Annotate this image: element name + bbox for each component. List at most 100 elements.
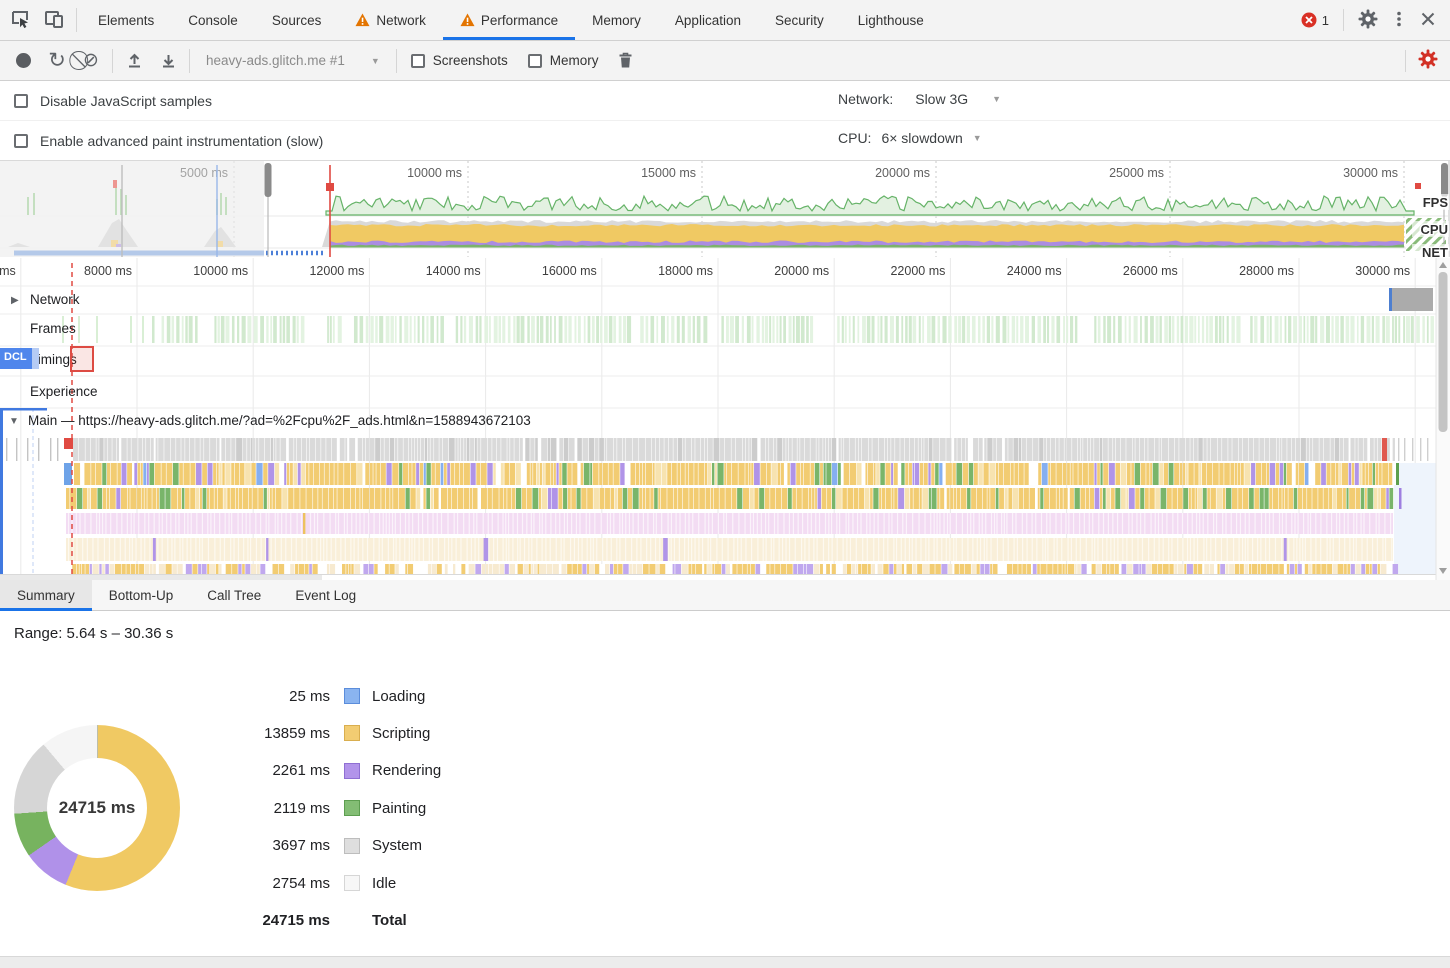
svg-text:20000 ms: 20000 ms [875, 166, 930, 180]
ruler-tick-label: 20000 ms [737, 264, 829, 278]
chevron-down-icon: ▼ [371, 56, 380, 66]
summary-donut-chart: 24715 ms [14, 725, 180, 891]
ruler-tick-label: 6000 ms [0, 264, 16, 278]
checkbox[interactable] [14, 94, 28, 108]
legend-row-scripting: 13859 msScripting [230, 718, 430, 748]
network-throttle-select[interactable]: Slow 3G [915, 91, 968, 107]
close-devtools-icon[interactable] [1420, 11, 1436, 30]
tab-network[interactable]: Network [338, 0, 443, 40]
clear-button[interactable]: ⃠⊘ [74, 45, 108, 77]
donut-total-label: 24715 ms [59, 798, 136, 818]
timeline-overview[interactable]: 5000 ms10000 ms15000 ms20000 ms25000 ms3… [0, 160, 1450, 258]
warning-icon [460, 13, 475, 27]
devtools-window: ElementsConsoleSourcesNetworkPerformance… [0, 0, 1450, 968]
checkbox[interactable] [411, 54, 425, 68]
capture-settings-gear-icon[interactable] [1418, 49, 1438, 72]
chevron-down-icon[interactable]: ▼ [992, 94, 1001, 104]
ruler-tick-label: 22000 ms [853, 264, 945, 278]
divider [112, 49, 113, 73]
network-throttle-control: Network: Slow 3G ▼ [838, 91, 1001, 107]
svg-text:10000 ms: 10000 ms [407, 166, 462, 180]
ruler-tick-label: 14000 ms [389, 264, 481, 278]
screenshots-checkbox[interactable]: Screenshots [401, 53, 518, 68]
details-tab-bottom-up[interactable]: Bottom-Up [92, 580, 191, 610]
ruler-tick-label: 28000 ms [1202, 264, 1294, 278]
history-select[interactable]: heavy-ads.glitch.me #1 ▼ [194, 53, 392, 68]
expand-arrow-icon[interactable]: ▶ [11, 295, 19, 306]
error-count-badge[interactable]: 1 [1301, 12, 1329, 28]
load-event-marker[interactable] [70, 346, 94, 372]
performance-toolbar: ↻ ⃠⊘ heavy-ads.glitch.me #1 ▼ Screenshot… [0, 41, 1450, 81]
record-button[interactable] [6, 45, 40, 77]
tab-memory[interactable]: Memory [575, 0, 658, 40]
svg-text:FPS: FPS [1423, 195, 1449, 210]
collapse-arrow-icon[interactable]: ▼ [9, 416, 19, 427]
divider [1343, 9, 1344, 31]
legend-row-loading: 25 msLoading [230, 681, 425, 711]
load-profile-button[interactable] [117, 45, 151, 77]
details-tab-event-log[interactable]: Event Log [278, 580, 373, 610]
tab-sources[interactable]: Sources [255, 0, 339, 40]
details-tabbar: SummaryBottom-UpCall TreeEvent Log [0, 580, 1450, 611]
ruler-tick-label: 26000 ms [1086, 264, 1178, 278]
tab-console[interactable]: Console [171, 0, 255, 40]
details-tab-call-tree[interactable]: Call Tree [190, 580, 278, 610]
save-profile-button[interactable] [151, 45, 185, 77]
capture-settings-row-1: Disable JavaScript samples [0, 82, 1450, 121]
chevron-down-icon[interactable]: ▼ [973, 133, 982, 143]
ruler-tick-label: 8000 ms [40, 264, 132, 278]
legend-swatch-icon [344, 875, 360, 891]
legend-swatch-icon [344, 800, 360, 816]
legend-row-rendering: 2261 msRendering [230, 756, 441, 786]
ruler-tick-label: 16000 ms [505, 264, 597, 278]
settings-gear-icon[interactable] [1358, 9, 1378, 32]
svg-text:25000 ms: 25000 ms [1109, 166, 1164, 180]
kebab-menu-icon[interactable] [1392, 10, 1406, 31]
track-label-network[interactable]: Network [30, 292, 80, 307]
track-label-experience[interactable]: Experience [30, 384, 98, 399]
reload-and-record-button[interactable]: ↻ [40, 45, 74, 77]
devtools-tabbar: ElementsConsoleSourcesNetworkPerformance… [0, 0, 1450, 41]
divider [396, 49, 397, 73]
legend-swatch-icon [344, 688, 360, 704]
tab-application[interactable]: Application [658, 0, 758, 40]
checkbox[interactable] [528, 54, 542, 68]
ruler-tick-label: 30000 ms [1318, 264, 1410, 278]
legend-row-total: 24715 msTotal [230, 905, 407, 935]
svg-text:30000 ms: 30000 ms [1343, 166, 1398, 180]
track-label-frames[interactable]: Frames [30, 321, 76, 336]
disable-js-samples-checkbox[interactable]: Disable JavaScript samples [0, 93, 212, 109]
capture-settings-row-2: Enable advanced paint instrumentation (s… [0, 121, 1450, 160]
svg-text:NET: NET [1422, 245, 1448, 257]
svg-text:15000 ms: 15000 ms [641, 166, 696, 180]
cpu-throttle-label: CPU: [838, 130, 871, 146]
timeline-tracks[interactable]: 6000 ms8000 ms10000 ms12000 ms14000 ms16… [0, 258, 1450, 580]
memory-checkbox[interactable]: Memory [518, 53, 609, 68]
details-tab-summary[interactable]: Summary [0, 580, 92, 610]
ruler-tick-label: 24000 ms [970, 264, 1062, 278]
device-toolbar-icon[interactable] [44, 9, 64, 32]
tab-performance[interactable]: Performance [443, 0, 575, 40]
svg-text:CPU: CPU [1421, 222, 1448, 237]
garbage-collect-icon[interactable] [609, 45, 643, 77]
error-count: 1 [1322, 13, 1329, 28]
bottom-strip [0, 956, 1450, 968]
tab-security[interactable]: Security [758, 0, 841, 40]
dcl-event-marker[interactable]: DCL [0, 348, 39, 369]
error-icon [1301, 12, 1317, 28]
tab-elements[interactable]: Elements [81, 0, 171, 40]
cpu-throttle-select[interactable]: 6× slowdown [881, 130, 962, 146]
ruler-tick-label: 18000 ms [621, 264, 713, 278]
checkbox[interactable] [14, 134, 28, 148]
divider [1405, 50, 1406, 72]
tab-lighthouse[interactable]: Lighthouse [841, 0, 941, 40]
track-label-main[interactable]: Main — https://heavy-ads.glitch.me/?ad=%… [28, 413, 531, 428]
inspect-element-icon[interactable] [10, 9, 30, 32]
divider [76, 8, 77, 32]
ruler-tick-label: 10000 ms [156, 264, 248, 278]
legend-swatch-icon [344, 763, 360, 779]
paint-instrumentation-checkbox[interactable]: Enable advanced paint instrumentation (s… [0, 133, 323, 149]
divider [189, 49, 190, 73]
history-value: heavy-ads.glitch.me #1 [206, 53, 345, 68]
panel-tabs: ElementsConsoleSourcesNetworkPerformance… [81, 0, 941, 40]
